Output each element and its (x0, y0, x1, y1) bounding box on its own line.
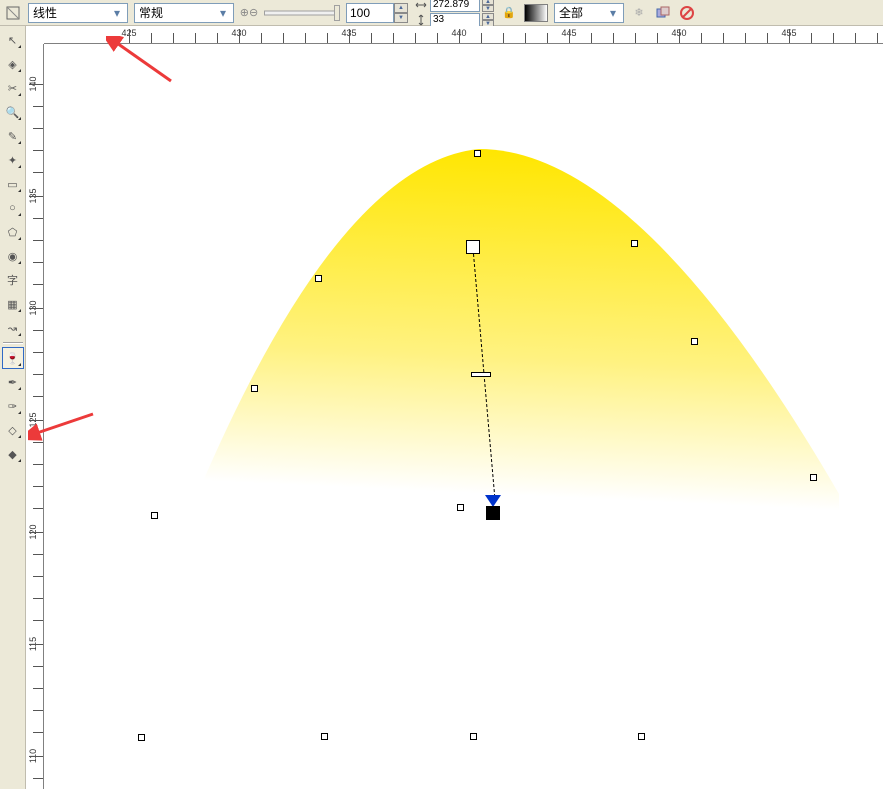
polygon-tool[interactable]: ⬠ (2, 221, 24, 243)
horizontal-ruler: 425430435440445450455 (44, 26, 883, 44)
selection-handle[interactable] (631, 240, 638, 247)
fill-type-label: 线性 (33, 4, 57, 21)
height-icon (414, 13, 428, 27)
spinner-down[interactable]: ▼ (394, 13, 408, 23)
ellipse-tool[interactable]: ○ (2, 197, 24, 219)
selection-handle[interactable] (251, 385, 258, 392)
selection-handle[interactable] (151, 512, 158, 519)
gradient-preview[interactable] (524, 4, 548, 22)
spinner-down[interactable]: ▼ (482, 5, 494, 12)
selection-handle[interactable] (138, 734, 145, 741)
selection-handle[interactable] (315, 275, 322, 282)
chevron-down-icon: ▾ (605, 6, 621, 20)
selection-handle[interactable] (810, 474, 817, 481)
selection-handle[interactable] (638, 733, 645, 740)
gradient-start-handle[interactable] (466, 240, 480, 254)
zoom-tool[interactable]: 🔍 (2, 101, 24, 123)
slider-thumb[interactable] (334, 5, 340, 21)
property-bar: 线性 ▾ 常规 ▾ ⊕⊖ 100 ▲ ▼ 272.879 ▲▼ 33 ▲▼ 🔒 … (0, 0, 883, 26)
midpoint-slider[interactable] (264, 10, 340, 16)
smart-fill-tool[interactable]: ◆ (2, 443, 24, 465)
freehand-tool[interactable]: ✎ (2, 125, 24, 147)
smart-draw-tool[interactable]: ✦ (2, 149, 24, 171)
edit-fill-icon[interactable] (4, 4, 22, 22)
chevron-down-icon: ▾ (109, 6, 125, 20)
rectangle-tool[interactable]: ▭ (2, 173, 24, 195)
bucket-tool[interactable]: ◇ (2, 419, 24, 441)
width-icon (414, 0, 428, 12)
lock-icon[interactable]: 🔒 (500, 4, 518, 22)
fill-type-combo[interactable]: 线性 ▾ (28, 3, 128, 23)
chevron-down-icon: ▾ (215, 6, 231, 20)
range-label: 全部 (559, 4, 583, 21)
gradient-midpoint-handle[interactable] (471, 372, 491, 377)
selected-shape[interactable] (179, 144, 859, 744)
selection-handle[interactable] (470, 733, 477, 740)
pick-tool[interactable]: ↖ (2, 29, 24, 51)
height-field[interactable]: 33 (430, 13, 480, 27)
no-fill-icon[interactable] (678, 4, 696, 22)
edge-type-combo[interactable]: 常规 ▾ (134, 3, 234, 23)
blend-tool[interactable]: ↝ (2, 317, 24, 339)
width-field[interactable]: 272.879 (430, 0, 480, 12)
selection-handle[interactable] (474, 150, 481, 157)
outline-tool[interactable]: ✑ (2, 395, 24, 417)
text-tool[interactable]: 字 (2, 269, 24, 291)
snowflake-icon[interactable]: ❄ (630, 4, 648, 22)
spinner-up[interactable]: ▲ (482, 13, 494, 20)
table-tool[interactable]: ▦ (2, 293, 24, 315)
fill-tool[interactable]: 🍷 (2, 347, 24, 369)
selection-handle[interactable] (457, 504, 464, 511)
copy-props-icon[interactable] (654, 4, 672, 22)
drawing-canvas[interactable] (44, 44, 883, 789)
range-combo[interactable]: 全部 ▾ (554, 3, 624, 23)
vertical-ruler: 140135130125120115110 (26, 44, 44, 789)
gradient-end-handle[interactable] (486, 506, 500, 520)
toolbox: ↖◈✂🔍✎✦▭○⬠◉字▦↝ 🍷✒✑◇◆ (0, 26, 26, 789)
basic-shapes-tool[interactable]: ◉ (2, 245, 24, 267)
edge-type-label: 常规 (139, 4, 163, 21)
selection-handle[interactable] (321, 733, 328, 740)
spinner-up[interactable]: ▲ (394, 3, 408, 13)
selection-handle[interactable] (691, 338, 698, 345)
crop-tool[interactable]: ✂ (2, 77, 24, 99)
size-group: 272.879 ▲▼ 33 ▲▼ (414, 0, 494, 27)
midpoint-icon[interactable]: ⊕⊖ (240, 4, 258, 22)
eyedropper-tool[interactable]: ✒ (2, 371, 24, 393)
shape-tool[interactable]: ◈ (2, 53, 24, 75)
midpoint-value[interactable]: 100 (346, 3, 394, 23)
